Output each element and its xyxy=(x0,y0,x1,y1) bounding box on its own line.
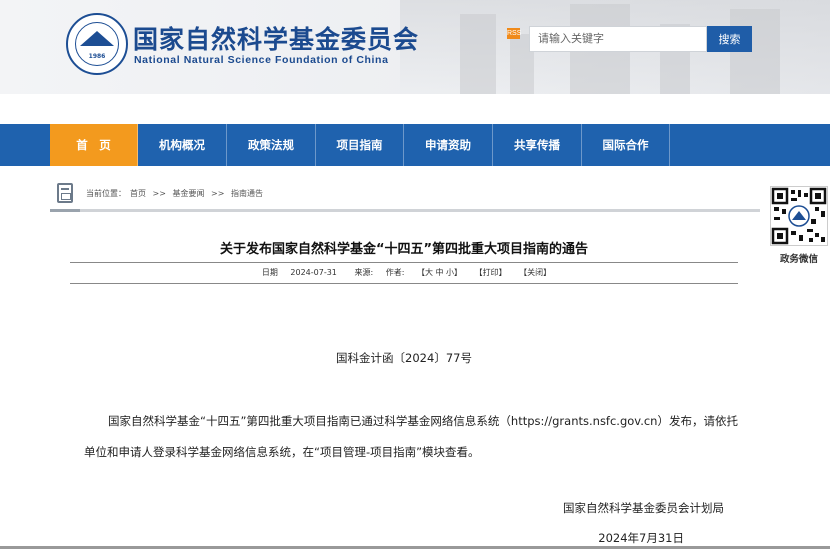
nav-policies[interactable]: 政策法规 xyxy=(227,124,316,166)
search-input[interactable] xyxy=(529,26,707,52)
document-icon xyxy=(57,183,73,203)
article-title: 关于发布国家自然科学基金“十四五”第四批重大项目指南的通告 xyxy=(219,242,589,257)
logo-year: 1986 xyxy=(88,53,106,60)
nav-about[interactable]: 机构概况 xyxy=(138,124,227,166)
qr-label: 政务微信 xyxy=(779,254,818,265)
title-divider xyxy=(70,262,738,263)
meta-divider xyxy=(70,283,738,284)
breadcrumb-home[interactable]: 首页 xyxy=(130,189,146,198)
org-name-en[interactable]: National Natural Science Foundation of C… xyxy=(134,54,389,66)
source-label: 来源: xyxy=(354,268,374,277)
article-meta: 日期 2024-07-31 来源: 作者: 【大 中 小】 【打印】 【关闭】 xyxy=(70,267,738,278)
article-sign-date: 2024年7月31日 xyxy=(598,531,684,545)
breadcrumb-separator: >> xyxy=(211,189,225,198)
qr-code xyxy=(770,186,828,246)
nav-guides[interactable]: 项目指南 xyxy=(316,124,404,166)
article-signature: 国家自然科学基金委员会计划局 xyxy=(563,501,724,515)
rss-icon[interactable]: RSS xyxy=(507,28,521,39)
close-link[interactable]: 【关闭】 xyxy=(519,268,551,277)
breadcrumb-divider xyxy=(50,209,760,212)
article-body: 国家自然科学基金“十四五”第四批重大项目指南已通过科学基金网络信息系统（http… xyxy=(84,414,738,459)
print-link[interactable]: 【打印】 xyxy=(475,268,507,277)
breadcrumb-notices[interactable]: 指南通告 xyxy=(231,189,263,198)
nav-sharing[interactable]: 共享传播 xyxy=(493,124,582,166)
font-size-toggle[interactable]: 【大 中 小】 xyxy=(417,268,462,277)
main-nav: 首 页 机构概况 政策法规 项目指南 申请资助 共享传播 国际合作 xyxy=(0,124,830,166)
nsfc-logo-emblem[interactable]: 1986 xyxy=(66,13,128,75)
nav-apply[interactable]: 申请资助 xyxy=(404,124,493,166)
nav-home[interactable]: 首 页 xyxy=(50,124,138,166)
mountain-icon xyxy=(80,31,114,46)
date-label: 日期 xyxy=(261,268,278,277)
breadcrumb-prefix: 当前位置： xyxy=(86,189,126,198)
nav-international[interactable]: 国际合作 xyxy=(582,124,670,166)
breadcrumb: 当前位置： 首页 >> 基金要闻 >> 指南通告 xyxy=(86,188,267,199)
author-label: 作者: xyxy=(385,268,405,277)
org-name-cn[interactable]: 国家自然科学基金委员会 xyxy=(133,20,419,56)
breadcrumb-separator: >> xyxy=(152,189,166,198)
article-date: 2024-07-31 xyxy=(290,268,337,277)
breadcrumb-news[interactable]: 基金要闻 xyxy=(173,189,205,198)
search-button[interactable]: 搜索 xyxy=(707,26,752,52)
document-number: 国科金计函〔2024〕77号 xyxy=(336,351,472,365)
